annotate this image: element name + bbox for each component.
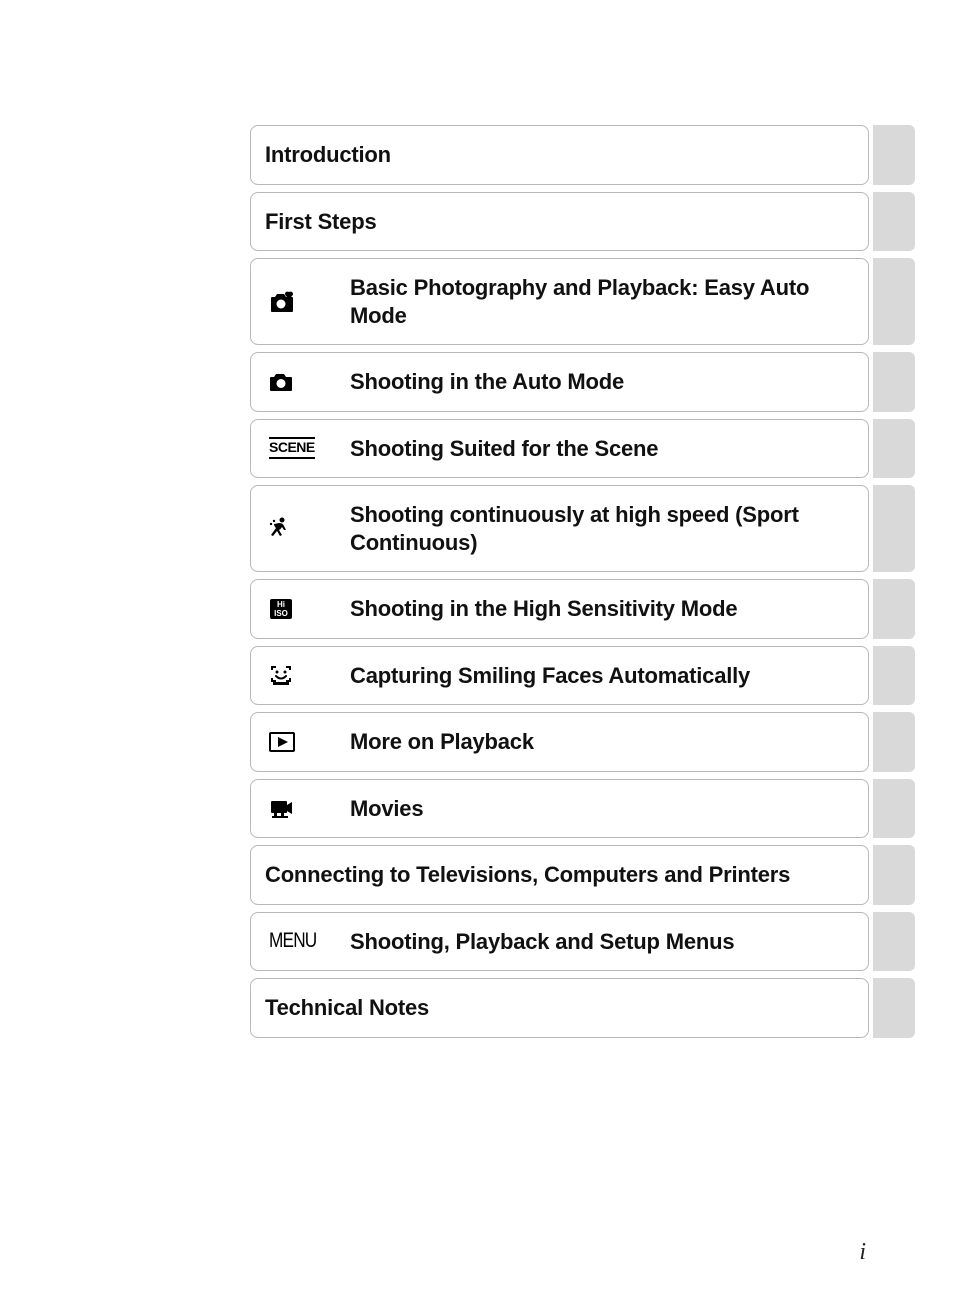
smile-icon — [265, 664, 350, 686]
hi-iso-icon: Hi ISO — [265, 597, 350, 621]
toc-item-introduction[interactable]: Introduction — [250, 125, 869, 185]
toc-row: Basic Photography and Playback: Easy Aut… — [250, 258, 915, 345]
toc-item-movies[interactable]: Movies — [250, 779, 869, 839]
menu-icon: MENU — [265, 929, 350, 953]
toc-tab — [873, 779, 915, 839]
toc-tab — [873, 978, 915, 1038]
sport-icon — [265, 517, 350, 541]
toc-row: Hi ISO Shooting in the High Sensitivity … — [250, 579, 915, 639]
movie-icon — [265, 797, 350, 819]
toc-tab — [873, 485, 915, 572]
toc-item-scene[interactable]: SCENE Shooting Suited for the Scene — [250, 419, 869, 479]
toc-tab — [873, 258, 915, 345]
svg-text:Hi: Hi — [277, 600, 285, 609]
scene-icon: SCENE — [265, 437, 350, 459]
svg-text:ISO: ISO — [274, 609, 288, 618]
easy-auto-icon — [265, 291, 350, 313]
toc-tab — [873, 845, 915, 905]
table-of-contents: Introduction First Steps Basic Photograp… — [250, 125, 915, 1045]
toc-row: Capturing Smiling Faces Automatically — [250, 646, 915, 706]
toc-label: More on Playback — [350, 728, 534, 756]
toc-row: SCENE Shooting Suited for the Scene — [250, 419, 915, 479]
toc-row: Technical Notes — [250, 978, 915, 1038]
playback-icon — [265, 732, 350, 752]
toc-item-auto[interactable]: Shooting in the Auto Mode — [250, 352, 869, 412]
toc-label: Shooting Suited for the Scene — [350, 435, 658, 463]
toc-row: First Steps — [250, 192, 915, 252]
toc-label: Technical Notes — [265, 994, 429, 1022]
toc-item-smile[interactable]: Capturing Smiling Faces Automatically — [250, 646, 869, 706]
toc-item-hi-iso[interactable]: Hi ISO Shooting in the High Sensitivity … — [250, 579, 869, 639]
toc-label: Capturing Smiling Faces Automatically — [350, 662, 750, 690]
toc-label: Introduction — [265, 141, 391, 169]
toc-item-first-steps[interactable]: First Steps — [250, 192, 869, 252]
toc-label: Shooting in the High Sensitivity Mode — [350, 595, 737, 623]
toc-label: Movies — [350, 795, 423, 823]
toc-tab — [873, 646, 915, 706]
toc-row: MENU Shooting, Playback and Setup Menus — [250, 912, 915, 972]
page-number: i — [859, 1239, 866, 1266]
toc-label: Shooting, Playback and Setup Menus — [350, 928, 734, 956]
toc-item-menus[interactable]: MENU Shooting, Playback and Setup Menus — [250, 912, 869, 972]
toc-tab — [873, 712, 915, 772]
toc-label: Shooting in the Auto Mode — [350, 368, 624, 396]
toc-item-technical-notes[interactable]: Technical Notes — [250, 978, 869, 1038]
toc-label: First Steps — [265, 208, 377, 236]
toc-row: Introduction — [250, 125, 915, 185]
toc-row: Shooting in the Auto Mode — [250, 352, 915, 412]
toc-tab — [873, 579, 915, 639]
auto-icon — [265, 372, 350, 392]
toc-label: Shooting continuously at high speed (Spo… — [350, 501, 854, 556]
toc-item-sport[interactable]: Shooting continuously at high speed (Spo… — [250, 485, 869, 572]
toc-item-playback[interactable]: More on Playback — [250, 712, 869, 772]
toc-label: Basic Photography and Playback: Easy Aut… — [350, 274, 854, 329]
toc-row: Movies — [250, 779, 915, 839]
toc-tab — [873, 125, 915, 185]
toc-row: Shooting continuously at high speed (Spo… — [250, 485, 915, 572]
toc-label: Connecting to Televisions, Computers and… — [265, 861, 790, 889]
toc-item-connecting[interactable]: Connecting to Televisions, Computers and… — [250, 845, 869, 905]
toc-tab — [873, 192, 915, 252]
toc-item-easy-auto[interactable]: Basic Photography and Playback: Easy Aut… — [250, 258, 869, 345]
toc-tab — [873, 419, 915, 479]
toc-row: Connecting to Televisions, Computers and… — [250, 845, 915, 905]
toc-tab — [873, 352, 915, 412]
toc-row: More on Playback — [250, 712, 915, 772]
toc-tab — [873, 912, 915, 972]
